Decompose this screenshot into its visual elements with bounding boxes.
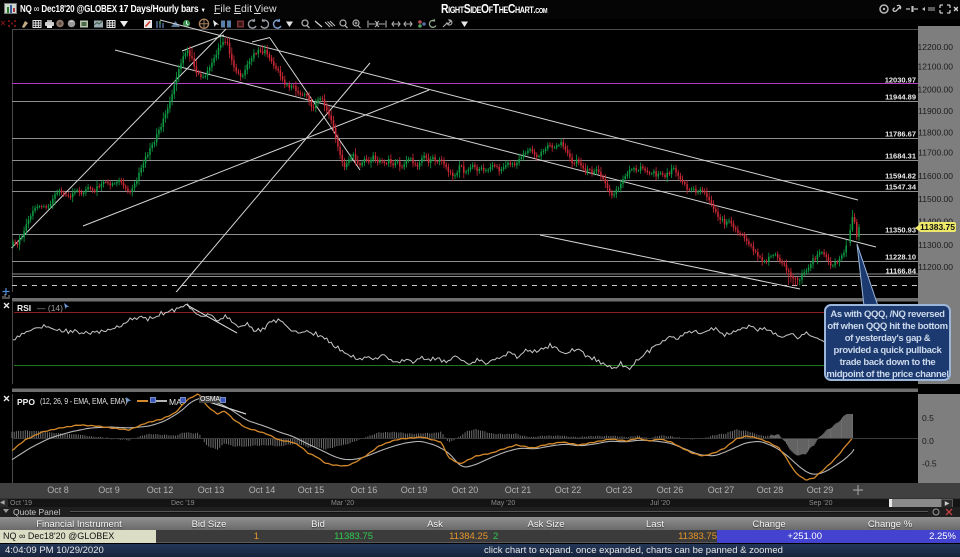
- svg-text:11684.31: 11684.31: [885, 152, 916, 161]
- svg-text:11786.67: 11786.67: [885, 130, 916, 139]
- svg-text:11350.93: 11350.93: [885, 226, 916, 235]
- svg-text:11300.00: 11300.00: [918, 240, 953, 250]
- svg-text:11547.34: 11547.34: [885, 183, 917, 192]
- svg-text:11600.00: 11600.00: [918, 171, 953, 181]
- svg-text:12000.00: 12000.00: [918, 85, 954, 95]
- svg-text:11900.00: 11900.00: [918, 106, 953, 116]
- svg-text:12030.97: 12030.97: [885, 76, 916, 85]
- svg-text:11228.10: 11228.10: [885, 253, 916, 262]
- svg-text:-0.5: -0.5: [922, 459, 937, 469]
- svg-text:11944.89: 11944.89: [885, 93, 916, 102]
- svg-text:11594.82: 11594.82: [885, 172, 916, 181]
- svg-text:12200.00: 12200.00: [918, 42, 954, 52]
- svg-text:0.0: 0.0: [922, 436, 934, 446]
- svg-text:12100.00: 12100.00: [918, 62, 954, 72]
- svg-text:0.5: 0.5: [922, 413, 934, 423]
- svg-text:11800.00: 11800.00: [918, 128, 953, 138]
- svg-text:11700.00: 11700.00: [918, 148, 953, 158]
- svg-text:11200.00: 11200.00: [918, 262, 953, 272]
- svg-text:11166.84: 11166.84: [886, 267, 917, 276]
- svg-text:11500.00: 11500.00: [918, 194, 953, 204]
